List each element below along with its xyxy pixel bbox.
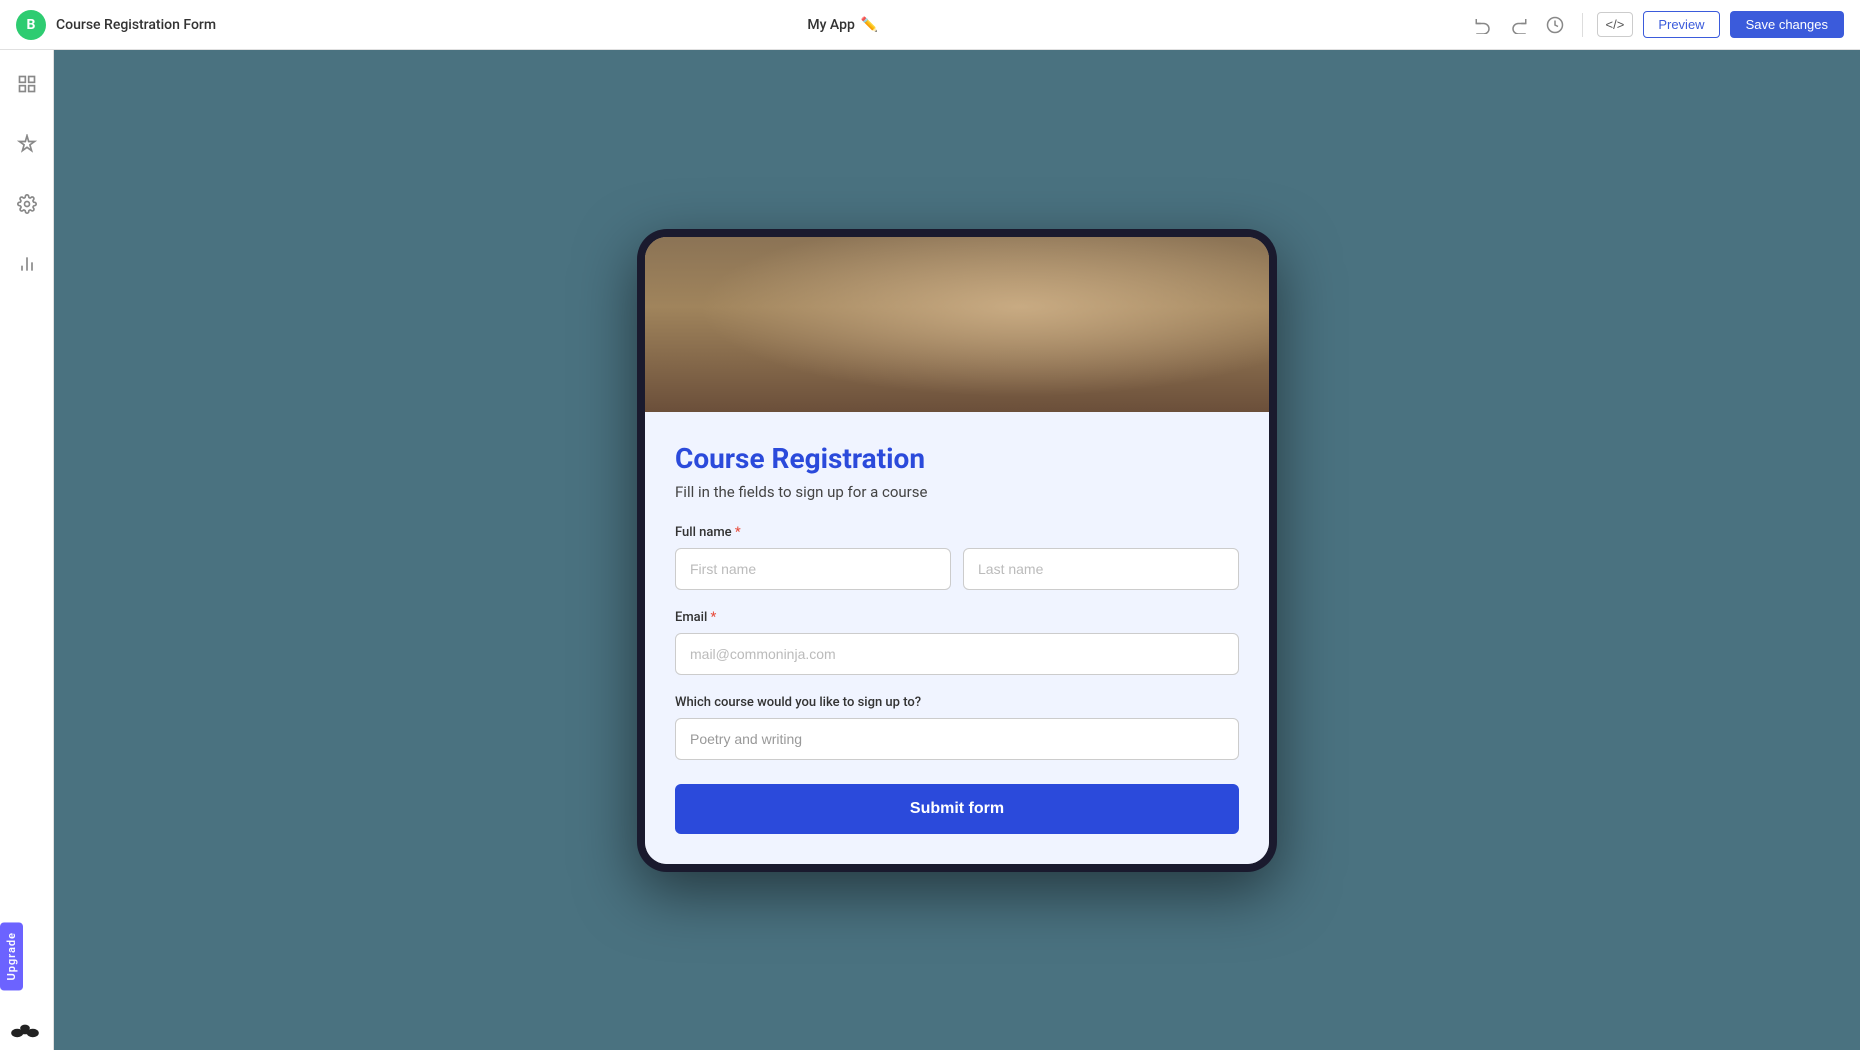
- app-name-label: My App: [807, 17, 854, 33]
- device-frame: OUL Course Registration Fill in the fiel…: [637, 229, 1277, 872]
- sidebar: Upgrade: [0, 50, 54, 1050]
- email-required: *: [711, 610, 717, 625]
- main-layout: Upgrade: [0, 50, 1860, 1050]
- app-logo: B: [16, 10, 46, 40]
- undo-button[interactable]: [1470, 12, 1496, 38]
- full-name-label: Full name *: [675, 525, 1239, 540]
- email-input[interactable]: [675, 633, 1239, 675]
- sidebar-footer-logo: [10, 1020, 46, 1040]
- preview-button[interactable]: Preview: [1643, 11, 1719, 38]
- course-input[interactable]: [675, 718, 1239, 760]
- canvas-area: OUL Course Registration Fill in the fiel…: [54, 50, 1860, 1050]
- svg-text:OUL: OUL: [685, 298, 714, 318]
- edit-app-name-icon[interactable]: ✏️: [861, 17, 878, 33]
- upgrade-badge[interactable]: Upgrade: [0, 922, 23, 990]
- topbar: B Course Registration Form My App ✏️ </>…: [0, 0, 1860, 50]
- page-title: Course Registration Form: [56, 17, 216, 33]
- redo-button[interactable]: [1506, 12, 1532, 38]
- sidebar-item-pin[interactable]: [9, 126, 45, 162]
- topbar-center: My App ✏️: [807, 17, 878, 33]
- sidebar-item-settings[interactable]: [9, 186, 45, 222]
- form-hero-image: OUL: [645, 237, 1269, 412]
- course-label: Which course would you like to sign up t…: [675, 695, 1239, 710]
- device-inner: OUL Course Registration Fill in the fiel…: [645, 237, 1269, 864]
- email-label: Email *: [675, 610, 1239, 625]
- full-name-group: Full name *: [675, 525, 1239, 590]
- full-name-required: *: [735, 525, 741, 540]
- last-name-input[interactable]: [963, 548, 1239, 590]
- sidebar-item-chart[interactable]: [9, 246, 45, 282]
- save-button[interactable]: Save changes: [1730, 11, 1844, 38]
- course-group: Which course would you like to sign up t…: [675, 695, 1239, 760]
- code-button[interactable]: </>: [1597, 12, 1634, 37]
- topbar-divider: [1582, 13, 1583, 37]
- name-row: [675, 548, 1239, 590]
- submit-button[interactable]: Submit form: [675, 784, 1239, 834]
- sidebar-item-grid[interactable]: [9, 66, 45, 102]
- email-group: Email *: [675, 610, 1239, 675]
- first-name-input[interactable]: [675, 548, 951, 590]
- form-subtitle: Fill in the fields to sign up for a cour…: [675, 483, 1239, 501]
- topbar-left: B Course Registration Form: [16, 10, 216, 40]
- form-content: Course Registration Fill in the fields t…: [645, 412, 1269, 864]
- form-title: Course Registration: [675, 442, 1239, 475]
- topbar-right: </> Preview Save changes: [1470, 11, 1844, 38]
- history-button[interactable]: [1542, 12, 1568, 38]
